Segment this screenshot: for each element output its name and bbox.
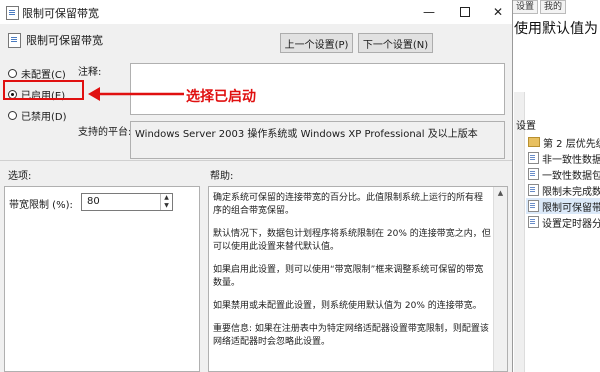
background-settings-list: 第 2 层优先级 非一致性数据包的 一致性数据包 的 D 限制未完成数据包 限制…	[526, 134, 600, 230]
help-panel: 确定系统可保留的连接带宽的百分比。此值限制系统上运行的所有程序的组合带宽保留。 …	[208, 186, 508, 372]
list-item[interactable]: 非一致性数据包的	[526, 150, 600, 166]
radio-disabled[interactable]: 已禁用(D)	[8, 108, 67, 123]
comment-label: 注释:	[78, 67, 102, 78]
stepper-up-icon[interactable]: ▲	[161, 194, 172, 202]
maximize-icon	[460, 7, 470, 17]
maximize-button[interactable]	[449, 0, 481, 24]
divider	[0, 160, 512, 161]
options-label: 选项:	[8, 171, 32, 182]
radio-label: 已禁用(D)	[21, 112, 67, 123]
list-item[interactable]: 设置定时器分辨率	[526, 214, 600, 230]
policy-icon	[528, 168, 539, 180]
radio-not-configured[interactable]: 未配置(C)	[8, 66, 66, 81]
policy-icon	[6, 6, 19, 20]
previous-setting-button[interactable]: 上一个设置(P)	[280, 33, 353, 53]
list-item[interactable]: 第 2 层优先级	[526, 134, 600, 150]
bandwidth-limit-stepper[interactable]: 80 ▲ ▼	[81, 193, 173, 211]
help-paragraph: 如果启用此设置，则可以使用“带宽限制”框来调整系统可保留的带宽数量。	[213, 265, 484, 288]
supported-platform-value: Windows Server 2003 操作系统或 Windows XP Pro…	[130, 121, 505, 159]
annotation-arrow	[88, 87, 184, 101]
annotation-text: 选择已启动	[186, 89, 256, 105]
minimize-button[interactable]: —	[413, 0, 445, 24]
help-scrollbar[interactable]: ▲	[493, 187, 507, 371]
title-bar[interactable]: 限制可保留带宽 — ✕	[0, 0, 512, 24]
background-tab[interactable]: 我的	[540, 0, 567, 14]
help-text: 确定系统可保留的连接带宽的百分比。此值限制系统上运行的所有程序的组合带宽保留。 …	[213, 192, 491, 359]
background-tabs: 设置 我的	[512, 0, 600, 14]
background-window: 设置 我的 使用默认值为 20 设置 第 2 层优先级 非一致性数据包的 一致性…	[512, 0, 600, 372]
list-item[interactable]: 限制未完成数据包	[526, 182, 600, 198]
policy-icon	[528, 152, 539, 164]
help-paragraph: 重要信息: 如果在注册表中为特定网络适配器设置带宽限制，则配置该网络适配器时会忽…	[213, 324, 489, 347]
background-description-text: 使用默认值为 20	[514, 21, 600, 37]
list-item-label: 限制可保留带宽	[542, 202, 600, 214]
help-paragraph: 如果禁用或未配置此设置，则系统使用默认值为 20% 的连接带宽。	[213, 301, 482, 311]
window-title: 限制可保留带宽	[22, 7, 99, 20]
policy-icon	[8, 33, 21, 48]
background-scrollbar[interactable]	[514, 92, 525, 372]
help-label: 帮助:	[210, 171, 234, 182]
scroll-up-icon[interactable]: ▲	[494, 187, 507, 200]
supported-platform-label: 支持的平台:	[78, 127, 132, 138]
help-paragraph: 确定系统可保留的连接带宽的百分比。此值限制系统上运行的所有程序的组合带宽保留。	[213, 193, 484, 216]
list-item-label: 设置定时器分辨率	[542, 218, 600, 230]
stepper-down-icon[interactable]: ▼	[161, 202, 172, 210]
list-item-selected[interactable]: 限制可保留带宽	[526, 198, 600, 214]
background-list-header: 设置	[516, 121, 536, 132]
background-tab[interactable]: 设置	[512, 0, 539, 14]
radio-button[interactable]	[8, 111, 17, 120]
list-item[interactable]: 一致性数据包 的 D	[526, 166, 600, 182]
minimize-icon: —	[423, 5, 435, 19]
help-paragraph: 默认情况下，数据包计划程序将系统限制在 20% 的连接带宽之内，但可以使用此设置…	[213, 229, 491, 252]
list-item-label: 第 2 层优先级	[543, 138, 600, 150]
stepper-buttons: ▲ ▼	[160, 194, 172, 210]
list-item-label: 限制未完成数据包	[542, 186, 600, 198]
radio-button[interactable]	[8, 69, 17, 78]
annotation-highlight-box	[3, 80, 84, 100]
setting-title: 限制可保留带宽	[26, 34, 103, 47]
close-button[interactable]: ✕	[482, 0, 514, 24]
bandwidth-limit-value[interactable]: 80	[87, 196, 100, 207]
list-item-label: 非一致性数据包的	[542, 154, 600, 166]
bandwidth-limit-label: 带宽限制 (%):	[9, 200, 73, 211]
policy-icon	[528, 200, 539, 212]
policy-icon	[528, 216, 539, 228]
policy-icon	[528, 184, 539, 196]
policy-dialog: 限制可保留带宽 — ✕ 限制可保留带宽 上一个设置(P) 下一个设置(N) 未配…	[0, 0, 513, 372]
close-icon: ✕	[492, 5, 504, 19]
options-panel: 带宽限制 (%): 80 ▲ ▼	[4, 186, 200, 372]
folder-icon	[528, 137, 540, 147]
next-setting-button[interactable]: 下一个设置(N)	[358, 33, 433, 53]
radio-label: 未配置(C)	[21, 70, 66, 81]
list-item-label: 一致性数据包 的 D	[542, 170, 600, 182]
